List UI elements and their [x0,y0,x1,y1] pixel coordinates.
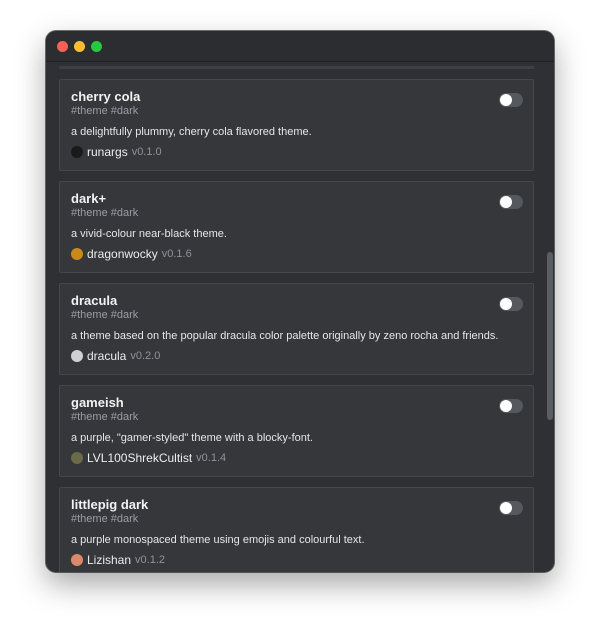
theme-description: a theme based on the popular dracula col… [71,330,499,342]
toggle-knob [500,196,512,208]
author-name[interactable]: Lizishan [87,553,131,567]
theme-enable-toggle[interactable] [499,399,523,413]
toggle-knob [500,400,512,412]
theme-author-row: runargs v0.1.0 [71,144,522,160]
previous-card-edge [59,66,534,69]
theme-version: v0.1.4 [196,452,227,464]
avatar-dracula-icon [71,350,83,362]
theme-tags: #theme #dark [71,105,139,117]
theme-version: v0.1.0 [131,146,162,158]
theme-title: littlepig dark [71,497,149,512]
theme-title: dark+ [71,191,107,206]
theme-card-dracula: dracula #theme #dark a theme based on th… [59,283,534,375]
theme-tags: #theme #dark [71,309,139,321]
theme-description: a delightfully plummy, cherry cola flavo… [71,126,312,138]
theme-author-row: LVL100ShrekCultist v0.1.4 [71,450,522,466]
theme-card-littlepig-dark: littlepig dark #theme #dark a purple mon… [59,487,534,572]
avatar-runargs-icon [71,146,83,158]
theme-description: a vivid-colour near-black theme. [71,228,227,240]
theme-title: cherry cola [71,89,141,104]
toggle-knob [500,502,512,514]
avatar-dragonwocky-icon [71,248,83,260]
author-name[interactable]: dracula [87,349,126,363]
theme-enable-toggle[interactable] [499,501,523,515]
theme-version: v0.1.2 [135,554,165,566]
theme-tags: #theme #dark [71,513,139,525]
minimize-window-button[interactable] [74,41,85,52]
theme-version: v0.2.0 [130,350,161,362]
avatar-lizishan-icon [71,554,83,566]
toggle-knob [500,94,512,106]
theme-title: dracula [71,293,118,308]
theme-card-gameish: gameish #theme #dark a purple, "gamer-st… [59,385,534,477]
theme-description: a purple monospaced theme using emojis a… [71,534,365,546]
scrollbar-thumb[interactable] [547,252,553,420]
app-window: cherry cola #theme #dark a delightfully … [46,31,554,572]
theme-card-cherry-cola: cherry cola #theme #dark a delightfully … [59,79,534,171]
theme-tags: #theme #dark [71,411,139,423]
theme-card-dark-plus: dark+ #theme #dark a vivid-colour near-b… [59,181,534,273]
author-name[interactable]: runargs [87,145,128,159]
theme-author-row: dragonwocky v0.1.6 [71,246,522,262]
theme-enable-toggle[interactable] [499,195,523,209]
theme-author-row: Lizishan v0.1.2 [71,552,522,568]
theme-enable-toggle[interactable] [499,93,523,107]
theme-title: gameish [71,395,124,410]
avatar-lvl100shrekcultist-icon [71,452,83,464]
theme-tags: #theme #dark [71,207,139,219]
theme-version: v0.1.6 [161,248,192,260]
toggle-knob [500,298,512,310]
theme-enable-toggle[interactable] [499,297,523,311]
theme-author-row: dracula v0.2.0 [71,348,522,364]
theme-description: a purple, "gamer-styled" theme with a bl… [71,432,313,444]
close-window-button[interactable] [57,41,68,52]
author-name[interactable]: dragonwocky [87,247,158,261]
titlebar [46,31,554,62]
maximize-window-button[interactable] [91,41,102,52]
theme-list: cherry cola #theme #dark a delightfully … [59,79,534,572]
author-name[interactable]: LVL100ShrekCultist [87,451,192,465]
theme-list-panel: cherry cola #theme #dark a delightfully … [46,62,554,572]
